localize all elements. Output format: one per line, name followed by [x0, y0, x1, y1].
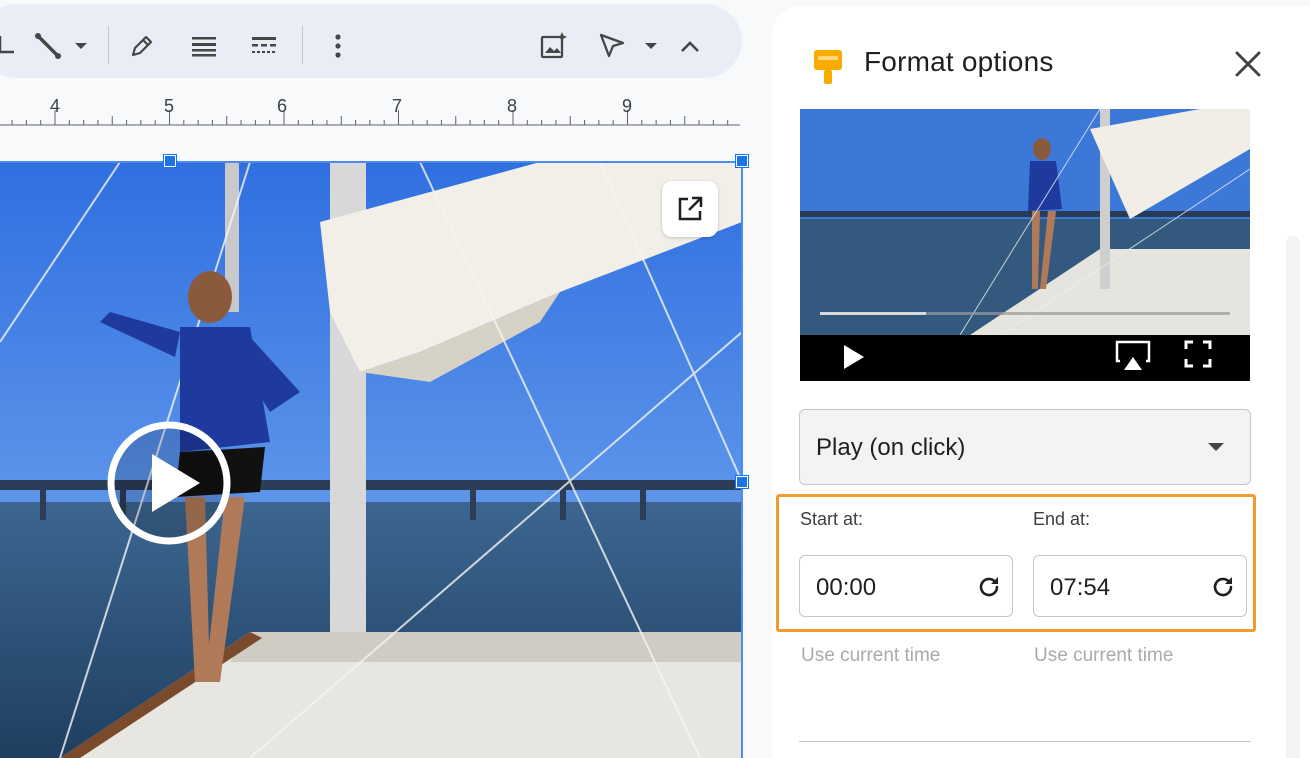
panel-title: Format options [864, 46, 1054, 77]
collapse-toolbar-button[interactable] [672, 28, 708, 64]
border-weight-icon [192, 37, 216, 57]
toolbar-divider [302, 26, 303, 64]
paint-roller-icon [814, 50, 842, 84]
end-at-label: End at: [1033, 509, 1091, 529]
line-dropdown-button[interactable] [70, 28, 92, 64]
dropdown-arrow-icon [645, 43, 657, 49]
play-video-button[interactable] [106, 420, 232, 546]
start-at-label: Start at: [800, 509, 864, 529]
more-vert-icon [335, 34, 341, 58]
image-options-button[interactable] [536, 28, 572, 64]
start-time-input[interactable]: 00:00 [799, 555, 1013, 617]
select-dropdown-button[interactable] [640, 28, 662, 64]
dropdown-arrow-icon [75, 43, 87, 49]
pen-icon [131, 35, 153, 57]
open-in-new-icon [678, 196, 703, 221]
slides-editor: 4 5 6 7 8 9 Format options Play (on clic… [0, 0, 1310, 758]
ruler-number: 4 [49, 96, 61, 116]
playback-mode-select[interactable]: Play (on click) [799, 409, 1251, 485]
resize-handle[interactable] [735, 475, 749, 489]
panel-scrollbar[interactable] [1286, 236, 1300, 758]
ruler-number: 5 [163, 96, 175, 116]
ruler-number: 9 [621, 96, 633, 116]
border-dash-icon [252, 37, 276, 53]
selection-border [0, 161, 742, 163]
section-divider [799, 741, 1251, 742]
open-video-button[interactable] [662, 181, 718, 237]
refresh-icon[interactable] [1210, 574, 1236, 600]
end-time-value: 07:54 [1050, 574, 1111, 601]
video-preview[interactable] [800, 109, 1250, 381]
ruler-number: 6 [276, 96, 288, 116]
start-time-value: 00:00 [816, 574, 877, 601]
border-weight-button[interactable] [186, 28, 222, 64]
close-icon [1235, 51, 1261, 77]
dropdown-arrow-icon [1208, 443, 1224, 451]
selection-border [741, 161, 743, 758]
select-tool-button[interactable] [594, 28, 630, 64]
close-button[interactable] [1230, 46, 1266, 82]
ruler-number: 8 [506, 96, 518, 116]
fullscreen-icon[interactable] [1183, 339, 1213, 369]
playback-mode-value: Play (on click) [816, 434, 966, 461]
resize-handle[interactable] [735, 154, 749, 168]
crop-button[interactable] [0, 28, 24, 64]
video-controls [800, 335, 1250, 381]
crop-icon [0, 36, 14, 54]
image-sparkle-icon [540, 32, 567, 59]
use-current-time-end-link[interactable]: Use current time [1034, 645, 1173, 667]
collapse-chevron-icon [681, 41, 699, 52]
toolbar-divider [108, 26, 109, 64]
toolbar [0, 4, 742, 78]
airplay-icon[interactable] [1114, 339, 1152, 373]
format-options-panel: Format options Play (on click) Start at:… [772, 6, 1310, 758]
border-dash-button[interactable] [246, 28, 282, 64]
resize-handle[interactable] [163, 154, 177, 168]
play-icon[interactable] [842, 343, 866, 371]
end-time-input[interactable]: 07:54 [1033, 555, 1247, 617]
select-pointer-icon [599, 33, 625, 58]
play-circle-icon [107, 421, 231, 545]
horizontal-ruler[interactable]: 4 5 6 7 8 9 [0, 86, 742, 130]
use-current-time-start-link[interactable]: Use current time [801, 645, 940, 667]
line-icon [35, 33, 61, 59]
border-color-button[interactable] [124, 28, 160, 64]
line-tool-button[interactable] [30, 28, 66, 64]
more-options-button[interactable] [320, 28, 356, 64]
ruler-number: 7 [391, 96, 403, 116]
refresh-icon[interactable] [976, 574, 1002, 600]
